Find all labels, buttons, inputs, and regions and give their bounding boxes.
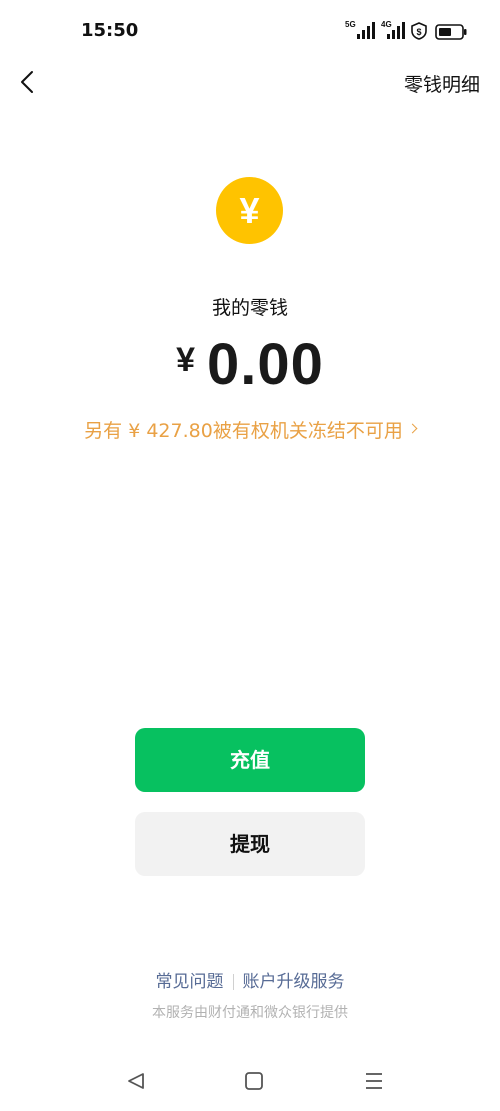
wallet-coin-icon: ¥ xyxy=(216,177,283,244)
link-divider xyxy=(232,974,234,990)
faq-link[interactable]: 常见问题 xyxy=(156,972,224,992)
back-button[interactable] xyxy=(10,66,46,102)
coin-glyph: ¥ xyxy=(239,190,260,231)
page-title: 我的零钱 xyxy=(211,297,288,319)
balance-amount: ¥0.00 xyxy=(0,333,500,397)
nav-bar: 零钱明细 xyxy=(0,56,500,112)
currency-symbol: ¥ xyxy=(176,341,196,379)
withdraw-button[interactable]: 提现 xyxy=(135,812,365,876)
balance-detail-link[interactable]: 零钱明细 xyxy=(404,70,480,97)
account-upgrade-link[interactable]: 账户升级服务 xyxy=(243,972,345,992)
shield-icon: $ xyxy=(411,22,427,40)
signal-4g-icon: 4G xyxy=(381,20,405,42)
system-home-icon[interactable] xyxy=(241,1068,267,1094)
recharge-button[interactable]: 充值 xyxy=(135,728,365,792)
system-back-icon[interactable] xyxy=(123,1068,149,1094)
chevron-right-icon xyxy=(407,423,418,434)
balance-value: 0.00 xyxy=(207,332,324,397)
signal-5g-icon: 5G xyxy=(345,20,375,42)
chevron-left-icon xyxy=(21,71,33,93)
battery-icon xyxy=(435,24,467,40)
system-nav-bar xyxy=(0,1050,500,1110)
status-bar: 15:50 5G 4G $ xyxy=(0,0,500,64)
frozen-funds-link[interactable]: 另有 ¥ 427.80被有权机关冻结不可用 xyxy=(0,416,500,443)
provider-notice: 本服务由财付通和微众银行提供 xyxy=(152,1005,348,1021)
status-time: 15:50 xyxy=(81,20,139,41)
frozen-funds-text: 另有 ¥ 427.80被有权机关冻结不可用 xyxy=(84,420,403,442)
system-menu-icon[interactable] xyxy=(361,1068,387,1094)
footer-links: 常见问题 账户升级服务 xyxy=(0,967,500,992)
svg-text:$: $ xyxy=(416,27,421,37)
